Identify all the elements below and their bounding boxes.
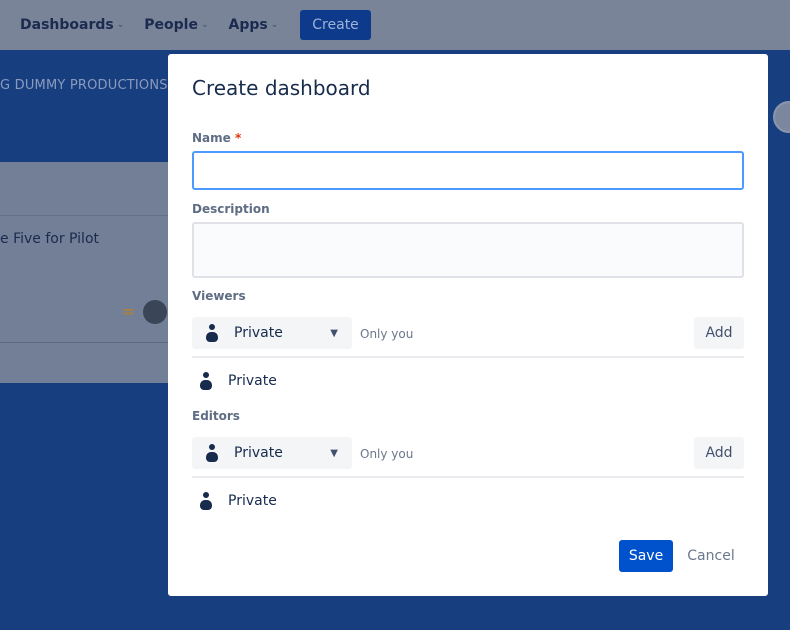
select-value: Private	[234, 445, 283, 461]
person-icon	[200, 492, 212, 510]
create-button[interactable]: Create	[300, 10, 371, 40]
create-dashboard-dialog: Create dashboard Name * Description View…	[168, 54, 768, 596]
chevron-down-icon: ⌄	[270, 20, 279, 30]
nav-label: Apps	[228, 17, 268, 33]
description-input[interactable]	[192, 222, 744, 278]
viewers-hint: Only you	[360, 327, 414, 341]
divider	[192, 356, 744, 358]
chevron-down-icon: ▼	[330, 327, 338, 339]
card-header	[0, 162, 168, 216]
name-label-text: Name	[192, 131, 231, 145]
nav-label: Dashboards	[20, 17, 114, 33]
viewers-add-button[interactable]: Add	[694, 317, 744, 349]
user-avatar[interactable]	[773, 101, 790, 133]
nav-dashboards[interactable]: Dashboards ⌄	[20, 17, 124, 33]
name-input[interactable]	[192, 151, 744, 190]
editors-entry: Private	[200, 492, 277, 510]
nav-apps[interactable]: Apps ⌄	[229, 17, 279, 33]
required-mark: *	[234, 131, 242, 145]
person-icon	[200, 372, 212, 390]
assignee-avatar	[143, 300, 167, 324]
dialog-title: Create dashboard	[192, 76, 371, 100]
card-title[interactable]: e Five for Pilot	[0, 231, 99, 247]
top-nav: Dashboards ⌄ People ⌄ Apps ⌄ Create	[0, 0, 790, 50]
viewers-select[interactable]: Private ▼	[192, 317, 352, 349]
person-icon	[206, 444, 218, 462]
name-label: Name *	[192, 131, 241, 145]
viewers-entry: Private	[200, 372, 277, 390]
priority-medium-icon: =	[122, 302, 136, 321]
chevron-down-icon: ⌄	[200, 20, 209, 30]
select-value: Private	[234, 325, 283, 341]
divider	[0, 342, 168, 343]
entry-label: Private	[228, 493, 277, 509]
viewers-label: Viewers	[192, 289, 246, 303]
editors-select[interactable]: Private ▼	[192, 437, 352, 469]
save-button[interactable]: Save	[619, 540, 673, 572]
entry-label: Private	[228, 373, 277, 389]
divider	[192, 476, 744, 478]
editors-add-button[interactable]: Add	[694, 437, 744, 469]
chevron-down-icon: ⌄	[116, 20, 125, 30]
person-icon	[206, 324, 218, 342]
editors-hint: Only you	[360, 447, 414, 461]
nav-label: People	[144, 17, 198, 33]
description-label: Description	[192, 202, 270, 216]
company-name: G DUMMY PRODUCTIONS	[0, 78, 168, 93]
editors-label: Editors	[192, 409, 240, 423]
nav-people[interactable]: People ⌄	[144, 17, 208, 33]
chevron-down-icon: ▼	[330, 447, 338, 459]
dashboard-card: e Five for Pilot =	[0, 162, 168, 383]
cancel-button[interactable]: Cancel	[681, 540, 741, 572]
